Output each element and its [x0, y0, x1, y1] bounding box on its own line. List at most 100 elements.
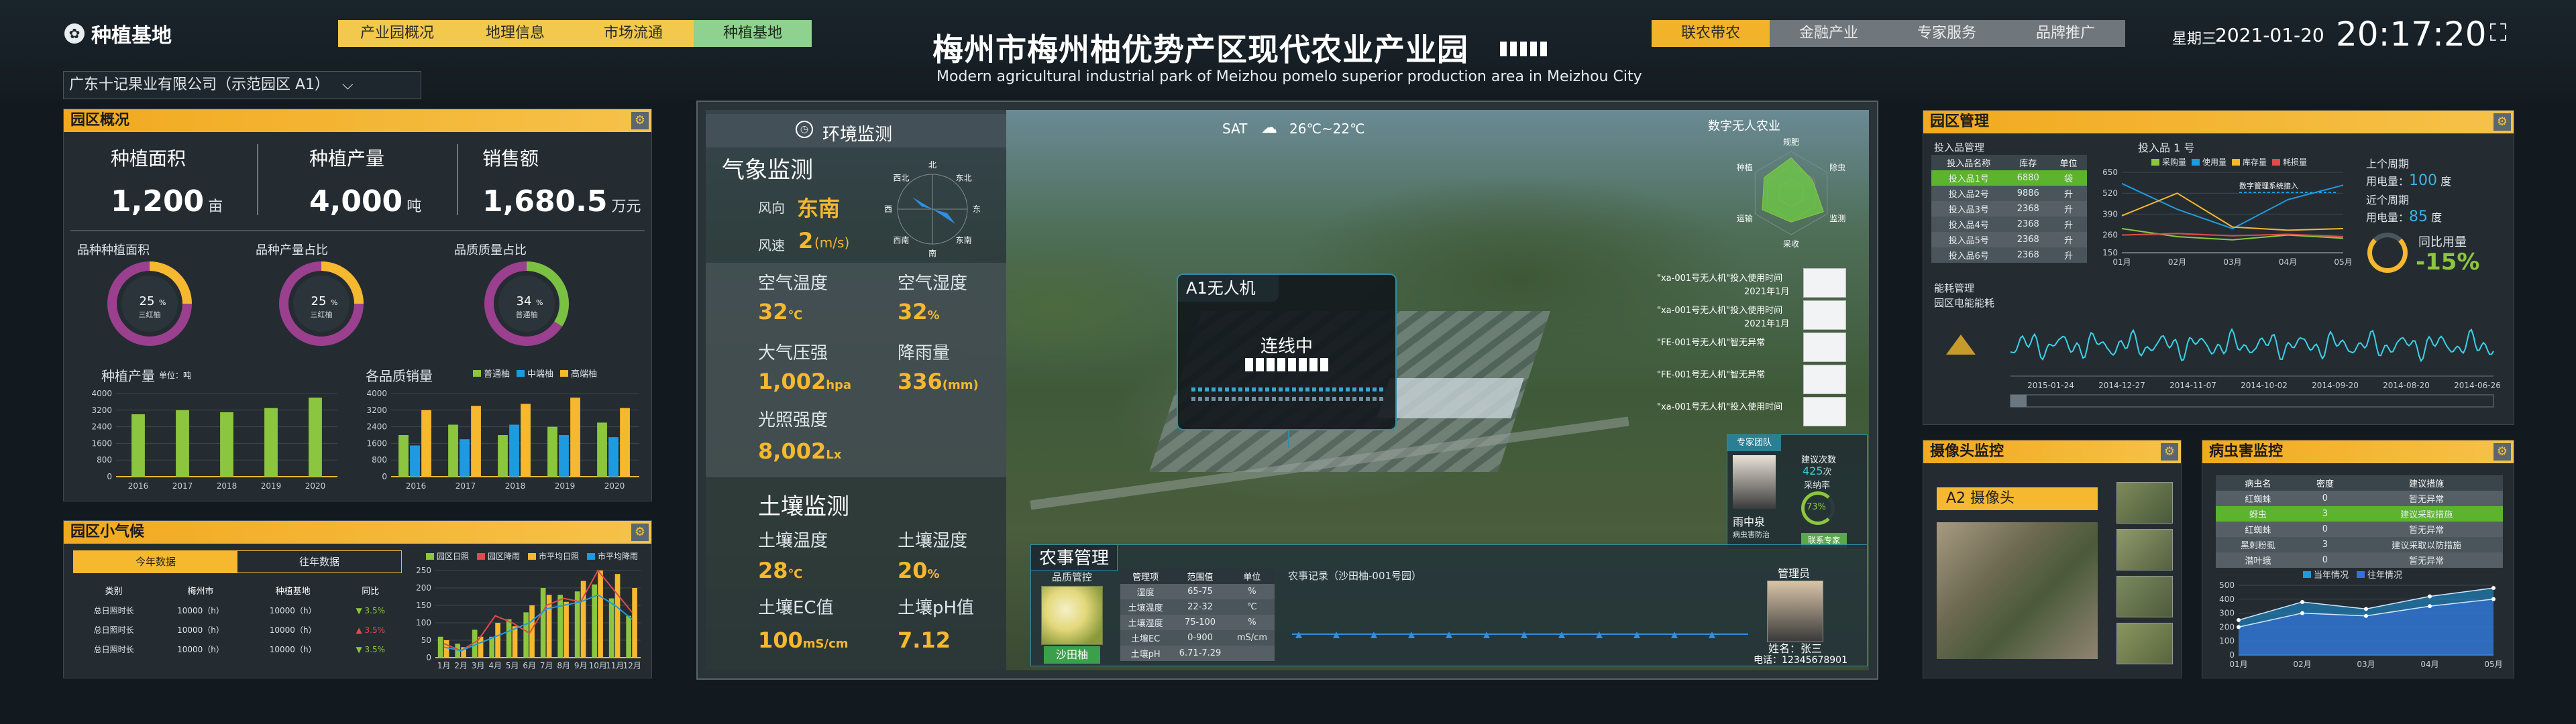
- bar: [498, 435, 508, 477]
- x-tick-label: 3月: [472, 661, 485, 670]
- table-row: 总日照时长 10000（h） 10000（h） ▼ 3.5%: [73, 601, 402, 620]
- product-name[interactable]: 沙田柚: [1044, 646, 1100, 664]
- energy-icon: [1946, 335, 1976, 355]
- input-table: 投入品名称 库存 单位 投入品1号 6880 袋投入品2号 9886 升投入品3号 2368 升投…: [1931, 155, 2087, 263]
- drone-log-item: "xa-001号无人机"投入使用时间 2021年1月: [1657, 300, 1851, 333]
- legend-swatch: [560, 369, 569, 377]
- tab-planting-base[interactable]: 种植基地: [694, 20, 812, 47]
- soil-ec-unit: mS/cm: [802, 637, 849, 651]
- table-row: 总日照时长 10000（h） 10000（h） ▼ 3.5%: [73, 640, 402, 659]
- settings-icon[interactable]: ⚙: [2493, 113, 2511, 131]
- input-line-chart: 150 260 390 520 650 01月 02月 03月 04月 05月 数字管理系统接入: [2102, 168, 2353, 267]
- drone-status: 连线中: [1260, 337, 1313, 357]
- y-tick-label: 100: [2219, 636, 2235, 646]
- x-tick-label: 2014-11-07: [2169, 381, 2216, 390]
- stat-yield-value: 4,000: [309, 184, 403, 219]
- camera-feed[interactable]: [1937, 522, 2098, 659]
- tab-farmer-link[interactable]: 联农带农: [1652, 20, 1770, 47]
- settings-icon[interactable]: ⚙: [2161, 443, 2178, 461]
- camera-thumb-2[interactable]: [2116, 529, 2173, 570]
- tab-park-overview[interactable]: 产业园概况: [338, 20, 456, 47]
- settings-icon[interactable]: ⚙: [631, 524, 649, 541]
- bar: [443, 640, 449, 658]
- tab-market[interactable]: 市场流通: [574, 20, 692, 47]
- table-row: 黑刺粉虱 3 建议采取以防措施: [2216, 537, 2503, 552]
- legend-swatch: [477, 552, 486, 560]
- power-last-unit: 度: [2440, 175, 2452, 188]
- table-cell: 暂无异常: [2409, 526, 2445, 536]
- x-tick-label: 02月: [2168, 257, 2186, 267]
- bar: [626, 615, 631, 658]
- table-header-cell: 建议措施: [2409, 479, 2445, 489]
- table-cell: 10000（h）: [269, 625, 317, 635]
- farm-timeline: [1292, 631, 1748, 638]
- drone-log-text: "xa-001号无人机"投入使用时间: [1657, 306, 1783, 316]
- legend-label: 普通柚: [484, 369, 511, 379]
- wind-speed-unit: (m/s): [814, 235, 850, 251]
- table-cell: 升: [2063, 236, 2073, 246]
- tab-geo-info[interactable]: 地理信息: [456, 20, 574, 47]
- donut-percent: 25: [140, 294, 155, 308]
- drone-log-item: "FE-001号无人机"智无异常: [1657, 333, 1851, 365]
- legend-item: 中端柚: [517, 367, 553, 379]
- donut-charts: 25 % 三红柚 25 % 三红柚 34 % 普通柚: [107, 261, 569, 346]
- camera-thumb-4[interactable]: [2116, 623, 2173, 664]
- bar: [410, 445, 420, 477]
- yield-bar-chart: 0 800 1600 2400 3200 4000 2016 2017 2018 2019 2020: [91, 389, 337, 491]
- chevron-down-icon: ⌵: [342, 76, 354, 93]
- logo[interactable]: ✿ 种植基地: [64, 20, 172, 48]
- y-tick-label: 50: [421, 636, 431, 645]
- drone-log-item: "xa-001号无人机"投入使用时间: [1657, 397, 1851, 429]
- expert-suggest-label: 建议次数: [1801, 455, 1837, 465]
- tab-expert[interactable]: 专家服务: [1888, 20, 2006, 47]
- settings-icon[interactable]: ⚙: [631, 112, 649, 129]
- table-cell: 蚜虫: [2249, 510, 2267, 520]
- input-title: 投入品管理: [1934, 141, 1985, 154]
- table-cell: 袋: [2063, 174, 2073, 184]
- greenhouse: [1377, 378, 1524, 418]
- camera-thumb-3[interactable]: [2116, 576, 2173, 617]
- settings-icon[interactable]: ⚙: [2493, 443, 2511, 461]
- table-header-cell: 投入品名称: [1947, 159, 1991, 169]
- drone-popup[interactable]: A1无人机 连线中: [1177, 274, 1397, 430]
- table-cell: 0: [2322, 555, 2328, 565]
- tab-finance[interactable]: 金融产业: [1770, 20, 1888, 47]
- camera-title: 摄像头监控: [1930, 443, 2004, 460]
- table-cell: 红蜘蛛: [2245, 526, 2271, 536]
- soil-title: 土壤监测: [758, 493, 849, 520]
- metric-air-temp-unit: ℃: [788, 308, 803, 322]
- up-arrow-icon: ▼: [356, 605, 365, 615]
- company-select[interactable]: 广东十记果业有限公司（示范园区 A1） ⌵: [63, 71, 421, 99]
- tab-brand[interactable]: 品牌推广: [2006, 20, 2125, 47]
- table-cell: 升: [2063, 190, 2073, 200]
- down-arrow-icon: ▲: [356, 625, 365, 635]
- soil-ec-value: 100: [758, 627, 803, 653]
- expert-card[interactable]: 专家团队 雨中泉 病虫害防治 建议次数 425次 采纳率 73% 联系专家: [1727, 434, 1868, 550]
- table-row: 红蜘蛛 0 暂无异常: [2216, 522, 2503, 537]
- radar-area: [1762, 157, 1824, 223]
- metric-air-hum: 32%: [898, 299, 940, 324]
- drone-log-text: "xa-001号无人机"投入使用时间: [1657, 402, 1783, 412]
- table-cell: 暂无异常: [2409, 495, 2445, 505]
- x-tick-label: 2014-06-26: [2454, 381, 2500, 390]
- bar: [460, 439, 470, 477]
- bar: [509, 424, 519, 477]
- table-row: 总日照时长 10000（h） 10000（h） ▲ 3.5%: [73, 620, 402, 640]
- table-cell: 9886: [2017, 188, 2039, 198]
- compass-label: 东: [973, 204, 981, 214]
- legend-label: 市平均降雨: [598, 552, 639, 561]
- cloud-icon: ☁: [1261, 118, 1277, 137]
- table-cell: 2368: [2017, 250, 2039, 260]
- tab-this-year[interactable]: 今年数据: [74, 551, 237, 572]
- wind-speed-label: 风速: [758, 237, 785, 253]
- drone-pointer: [1288, 430, 1289, 448]
- camera-panel: 摄像头监控 ⚙ A2 摄像头: [1923, 440, 2182, 678]
- soil-temp-unit: ℃: [788, 567, 803, 581]
- camera-thumb-1[interactable]: [2116, 482, 2173, 524]
- tab-past-years[interactable]: 往年数据: [237, 551, 401, 572]
- radar-axis-label: 运输: [1737, 213, 1753, 223]
- camera-label[interactable]: A2 摄像头: [1937, 487, 2098, 510]
- drone-log-text: "FE-001号无人机"智无异常: [1657, 338, 1766, 348]
- table-cell: [1230, 646, 1275, 661]
- fullscreen-icon[interactable]: ⛶: [2485, 20, 2512, 47]
